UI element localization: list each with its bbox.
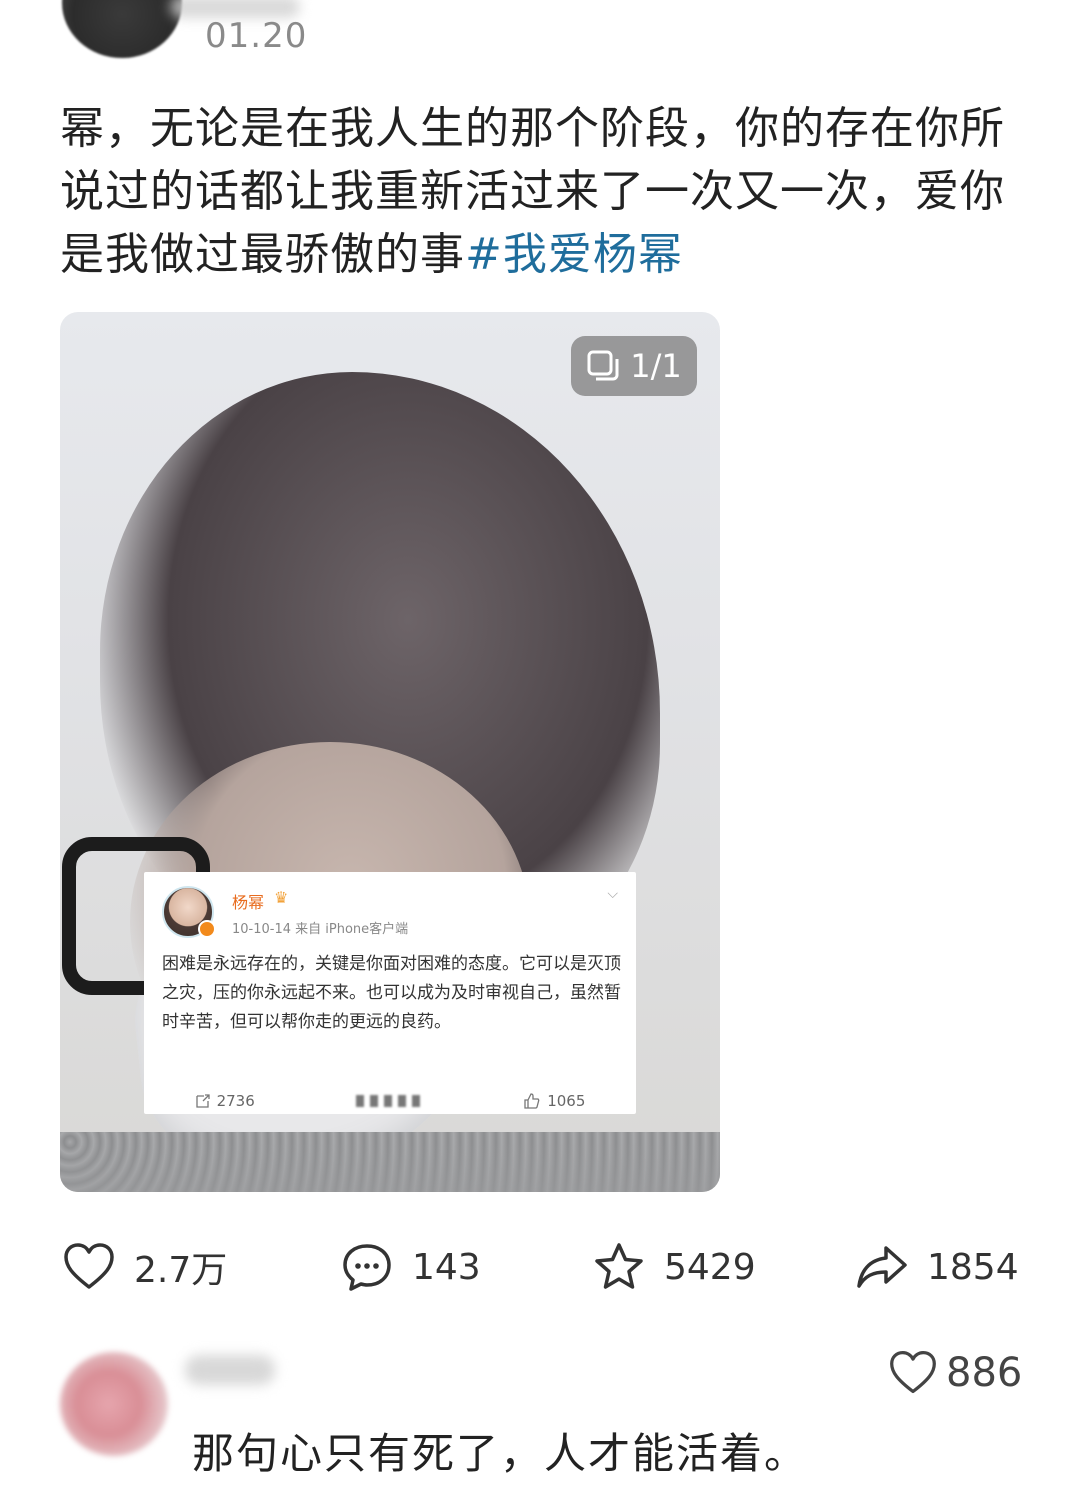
quoted-post-body: 困难是永远存在的，关键是你面对困难的态度。它可以是灭顶之灾，压的你永远起不来。也… [162, 954, 621, 1032]
quoted-repost-count: 2736 [216, 1092, 255, 1110]
quoted-post-actions: 2736 1065 [144, 1090, 636, 1112]
comment-button[interactable]: 143 [340, 1240, 481, 1294]
author-avatar[interactable] [62, 0, 182, 58]
verified-badge-icon [198, 920, 216, 938]
hashtag-link[interactable]: #我爱杨幂 [465, 229, 683, 280]
share-button[interactable]: 1854 [855, 1240, 1019, 1294]
post-text: 幂，无论是在我人生的那个阶段，你的存在你所说过的话都让我重新活过来了一次又一次，… [60, 97, 1020, 286]
favorite-count: 5429 [664, 1246, 756, 1288]
quoted-post-meta: 10-10-14 来自 iPhone客户端 [232, 922, 409, 937]
star-icon [595, 1243, 643, 1289]
quoted-post-card: 杨幂 ♛ 10-10-14 来自 iPhone客户端 ⌵ 困难是永远存在的，关键… [144, 872, 636, 1114]
quoted-like: 1065 [523, 1090, 585, 1112]
image-page-indicator: 1/1 [571, 336, 697, 396]
chevron-down-icon: ⌵ [607, 886, 618, 902]
comment-count: 143 [412, 1246, 481, 1288]
post-date: 01.20 [205, 16, 308, 56]
repost-icon [195, 1094, 210, 1108]
comment-like-count: 886 [946, 1350, 1023, 1396]
like-button[interactable]: 2.7万 [62, 1240, 227, 1294]
gallery-icon [587, 350, 619, 381]
comment-like-button[interactable]: 886 [888, 1348, 1022, 1398]
blurred-count [355, 1095, 422, 1107]
quoted-like-count: 1065 [547, 1092, 586, 1110]
quoted-author-name: 杨幂 [232, 893, 265, 912]
heart-icon [890, 1351, 936, 1394]
commenter-name-blurred[interactable] [185, 1355, 275, 1385]
photo-fur-shade [60, 1142, 720, 1192]
quoted-repost: 2736 [195, 1090, 255, 1112]
post-action-bar: 2.7万 143 5429 1854 [0, 1240, 1080, 1310]
page-indicator-text: 1/1 [630, 347, 682, 385]
heart-icon [64, 1243, 114, 1289]
comment-icon [343, 1244, 391, 1291]
favorite-button[interactable]: 5429 [592, 1240, 756, 1294]
share-icon [857, 1246, 907, 1288]
thumb-up-icon [524, 1093, 540, 1109]
like-count: 2.7万 [134, 1250, 228, 1291]
commenter-avatar[interactable] [60, 1352, 168, 1456]
crown-icon: ♛ [274, 888, 289, 907]
share-count: 1854 [927, 1246, 1019, 1288]
quoted-author-avatar [162, 886, 216, 938]
comment-text: 那句心只有死了，人才能活着。 [192, 1429, 809, 1478]
quoted-comment-blurred [355, 1090, 422, 1112]
